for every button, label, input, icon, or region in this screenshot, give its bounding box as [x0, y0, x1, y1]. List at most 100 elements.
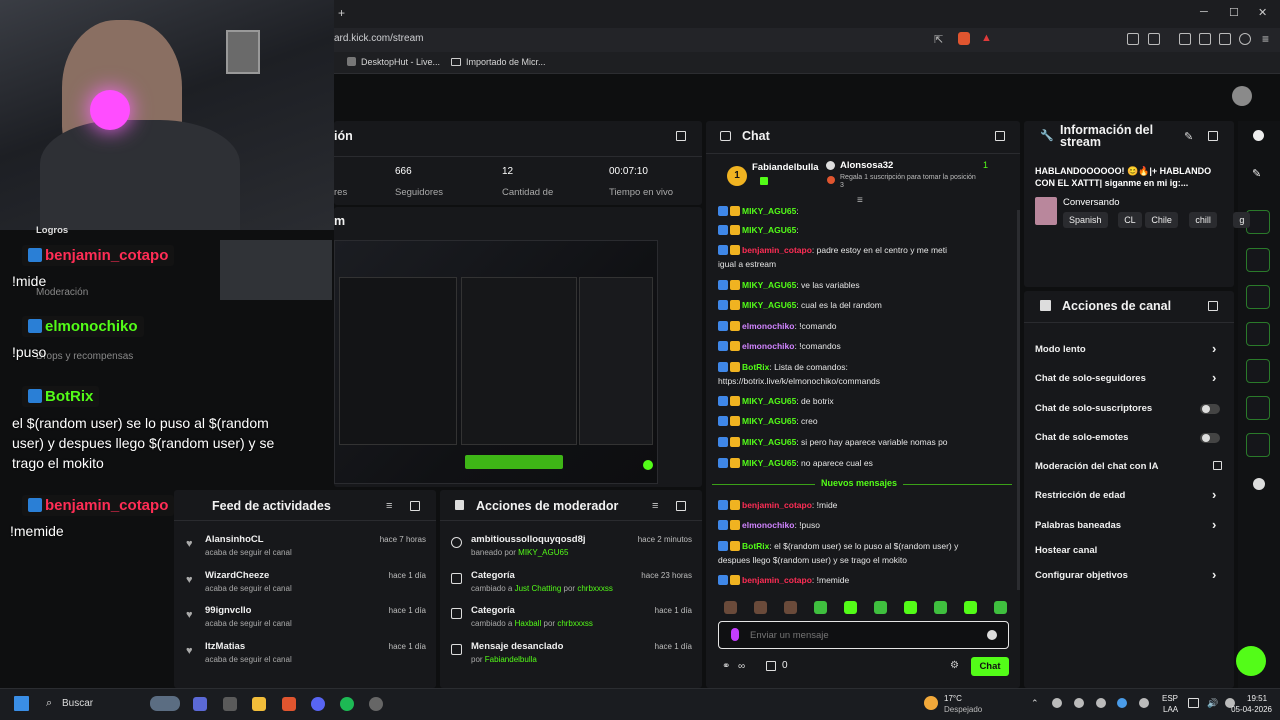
emote-icon[interactable]	[874, 601, 887, 614]
emote-icon[interactable]	[904, 601, 917, 614]
channel-action-3[interactable]: Chat de solo-emotes	[1035, 432, 1128, 443]
left-menu-item[interactable]: Logros	[36, 225, 68, 236]
toggle-switch[interactable]	[1200, 433, 1220, 443]
sidebar-icon[interactable]	[1179, 33, 1191, 45]
chat-username[interactable]: MIKY_AGU65	[742, 416, 796, 426]
channel-action-8[interactable]: Configurar objetivos	[1035, 570, 1128, 581]
filter-icon[interactable]: ≡	[652, 500, 658, 512]
chat-username[interactable]: BotRix	[742, 362, 769, 372]
feed-user-name[interactable]: ItzMatias	[205, 641, 245, 652]
brave-icon[interactable]	[282, 697, 296, 711]
top-gifter-name[interactable]: Fabiandelbulla	[752, 162, 819, 173]
info-icon[interactable]	[1253, 130, 1264, 141]
emote-icon[interactable]	[754, 601, 767, 614]
emote-icon[interactable]	[814, 601, 827, 614]
keyboard-layout[interactable]: LAA	[1163, 705, 1178, 714]
network-icon[interactable]	[1188, 698, 1199, 708]
mod-action-name[interactable]: Categoría	[471, 570, 631, 581]
feed-user-name[interactable]: WizardCheeze	[205, 570, 269, 581]
emoji-icon[interactable]	[987, 630, 997, 640]
chat-username[interactable]: elmonochiko	[742, 520, 794, 530]
tray-app-icon[interactable]	[1074, 698, 1084, 708]
feed-user-name[interactable]: 99ignvcllo	[205, 605, 251, 616]
spotify-icon[interactable]	[340, 697, 354, 711]
emote-icon[interactable]	[784, 601, 797, 614]
left-menu-item[interactable]: Drops y recompensas	[36, 351, 133, 362]
channel-action-0[interactable]: Modo lento	[1035, 344, 1086, 355]
chat-bubble-icon[interactable]	[1246, 322, 1270, 346]
channel-action-5[interactable]: Restricción de edad	[1035, 490, 1125, 501]
brave-shield-icon[interactable]	[958, 32, 970, 45]
chat-username[interactable]: BotRix	[742, 541, 769, 551]
chat-scrollbar[interactable]	[1017, 210, 1020, 590]
list-panel-icon[interactable]	[1246, 396, 1270, 420]
close-icon[interactable]: ✕	[1258, 6, 1267, 19]
share-icon[interactable]: ⇱	[934, 33, 943, 46]
bookmark-desktophut[interactable]: DesktopHut - Live...	[361, 57, 440, 67]
lightning-icon[interactable]	[1246, 248, 1270, 272]
clock-date[interactable]: 05-04-2026	[1226, 705, 1272, 714]
channel-action-4[interactable]: Moderación del chat con IA	[1035, 461, 1159, 472]
channel-action-7[interactable]: Hostear canal	[1035, 545, 1097, 556]
chat-username[interactable]: MIKY_AGU65	[742, 225, 796, 235]
tag-chip[interactable]: chill	[1189, 212, 1217, 228]
tray-app-icon[interactable]	[1117, 698, 1127, 708]
mod-action-name[interactable]: Mensaje desanclado	[471, 641, 631, 652]
stream-preview-video[interactable]	[334, 240, 658, 484]
emote-icon[interactable]	[994, 601, 1007, 614]
chat-username[interactable]: elmonochiko	[742, 341, 794, 351]
settings-icon[interactable]: ⚙	[950, 660, 959, 671]
broadcast-icon[interactable]	[1246, 359, 1270, 383]
category-name[interactable]: Conversando	[1063, 197, 1120, 208]
channel-action-2[interactable]: Chat de solo-suscriptores	[1035, 403, 1152, 414]
tray-app-icon[interactable]	[1052, 698, 1062, 708]
bookmark-imported[interactable]: Importado de Micr...	[466, 57, 546, 67]
emote-icon[interactable]	[934, 601, 947, 614]
chat-username[interactable]: MIKY_AGU65	[742, 206, 796, 216]
mod-action-name[interactable]: ambitioussolloquyqosd8j	[471, 534, 631, 545]
mod-action-target[interactable]: Just Chatting	[515, 584, 562, 593]
infinity-icon[interactable]: ∞	[738, 661, 745, 672]
chat-username[interactable]: elmonochiko	[742, 321, 794, 331]
keyboard-language[interactable]: ESP	[1162, 694, 1178, 703]
vpn-icon[interactable]	[1239, 33, 1251, 45]
chat-username[interactable]: MIKY_AGU65	[742, 280, 796, 290]
tray-chevron-icon[interactable]: ⌃	[1031, 698, 1039, 709]
maximize-icon[interactable]: ☐	[1229, 6, 1239, 19]
chat-username[interactable]: MIKY_AGU65	[742, 396, 796, 406]
filter-icon[interactable]: ≡	[386, 500, 392, 512]
expand-icon[interactable]: ≡	[857, 195, 863, 206]
extensions-icon[interactable]	[1127, 33, 1139, 45]
screenshot-icon[interactable]	[1199, 33, 1211, 45]
chat-send-button[interactable]: Chat	[971, 657, 1009, 676]
discord-icon[interactable]	[311, 697, 325, 711]
task-view-icon[interactable]	[223, 697, 237, 711]
popout-icon[interactable]	[995, 131, 1005, 141]
search-icon[interactable]: ⌕	[46, 697, 52, 710]
minimize-icon[interactable]: ─	[1200, 6, 1208, 18]
pencil-icon[interactable]: ✎	[1252, 167, 1261, 180]
clock-time[interactable]: 19:51	[1247, 694, 1267, 703]
chevron-right-icon[interactable]: ›	[1212, 517, 1216, 532]
emote-icon[interactable]	[844, 601, 857, 614]
tag-chip[interactable]: Spanish	[1063, 212, 1108, 228]
mod-action-user[interactable]: MIKY_AGU65	[518, 548, 568, 557]
mod-action-user[interactable]: chrbxxxss	[557, 619, 593, 628]
feed-user-name[interactable]: AlansinhoCL	[205, 534, 264, 545]
search-highlight-icon[interactable]	[150, 696, 180, 711]
tag-chip[interactable]: g	[1233, 212, 1251, 228]
menu-icon[interactable]: ≡	[1262, 32, 1269, 46]
popout-icon[interactable]	[676, 131, 686, 141]
volume-icon[interactable]: 🔊	[1207, 698, 1218, 709]
chat-username[interactable]: benjamin_cotapo	[742, 245, 812, 255]
mod-action-user[interactable]: chrbxxxss	[577, 584, 613, 593]
chevron-right-icon[interactable]: ›	[1212, 567, 1216, 582]
copilot-icon[interactable]	[193, 697, 207, 711]
chat-username[interactable]: MIKY_AGU65	[742, 458, 796, 468]
emote-icon[interactable]	[964, 601, 977, 614]
windows-start-icon[interactable]	[14, 696, 29, 711]
emote-icon[interactable]	[724, 601, 737, 614]
document-icon[interactable]	[1246, 285, 1270, 309]
popout-icon[interactable]	[676, 501, 686, 511]
chevron-right-icon[interactable]: ›	[1212, 370, 1216, 385]
